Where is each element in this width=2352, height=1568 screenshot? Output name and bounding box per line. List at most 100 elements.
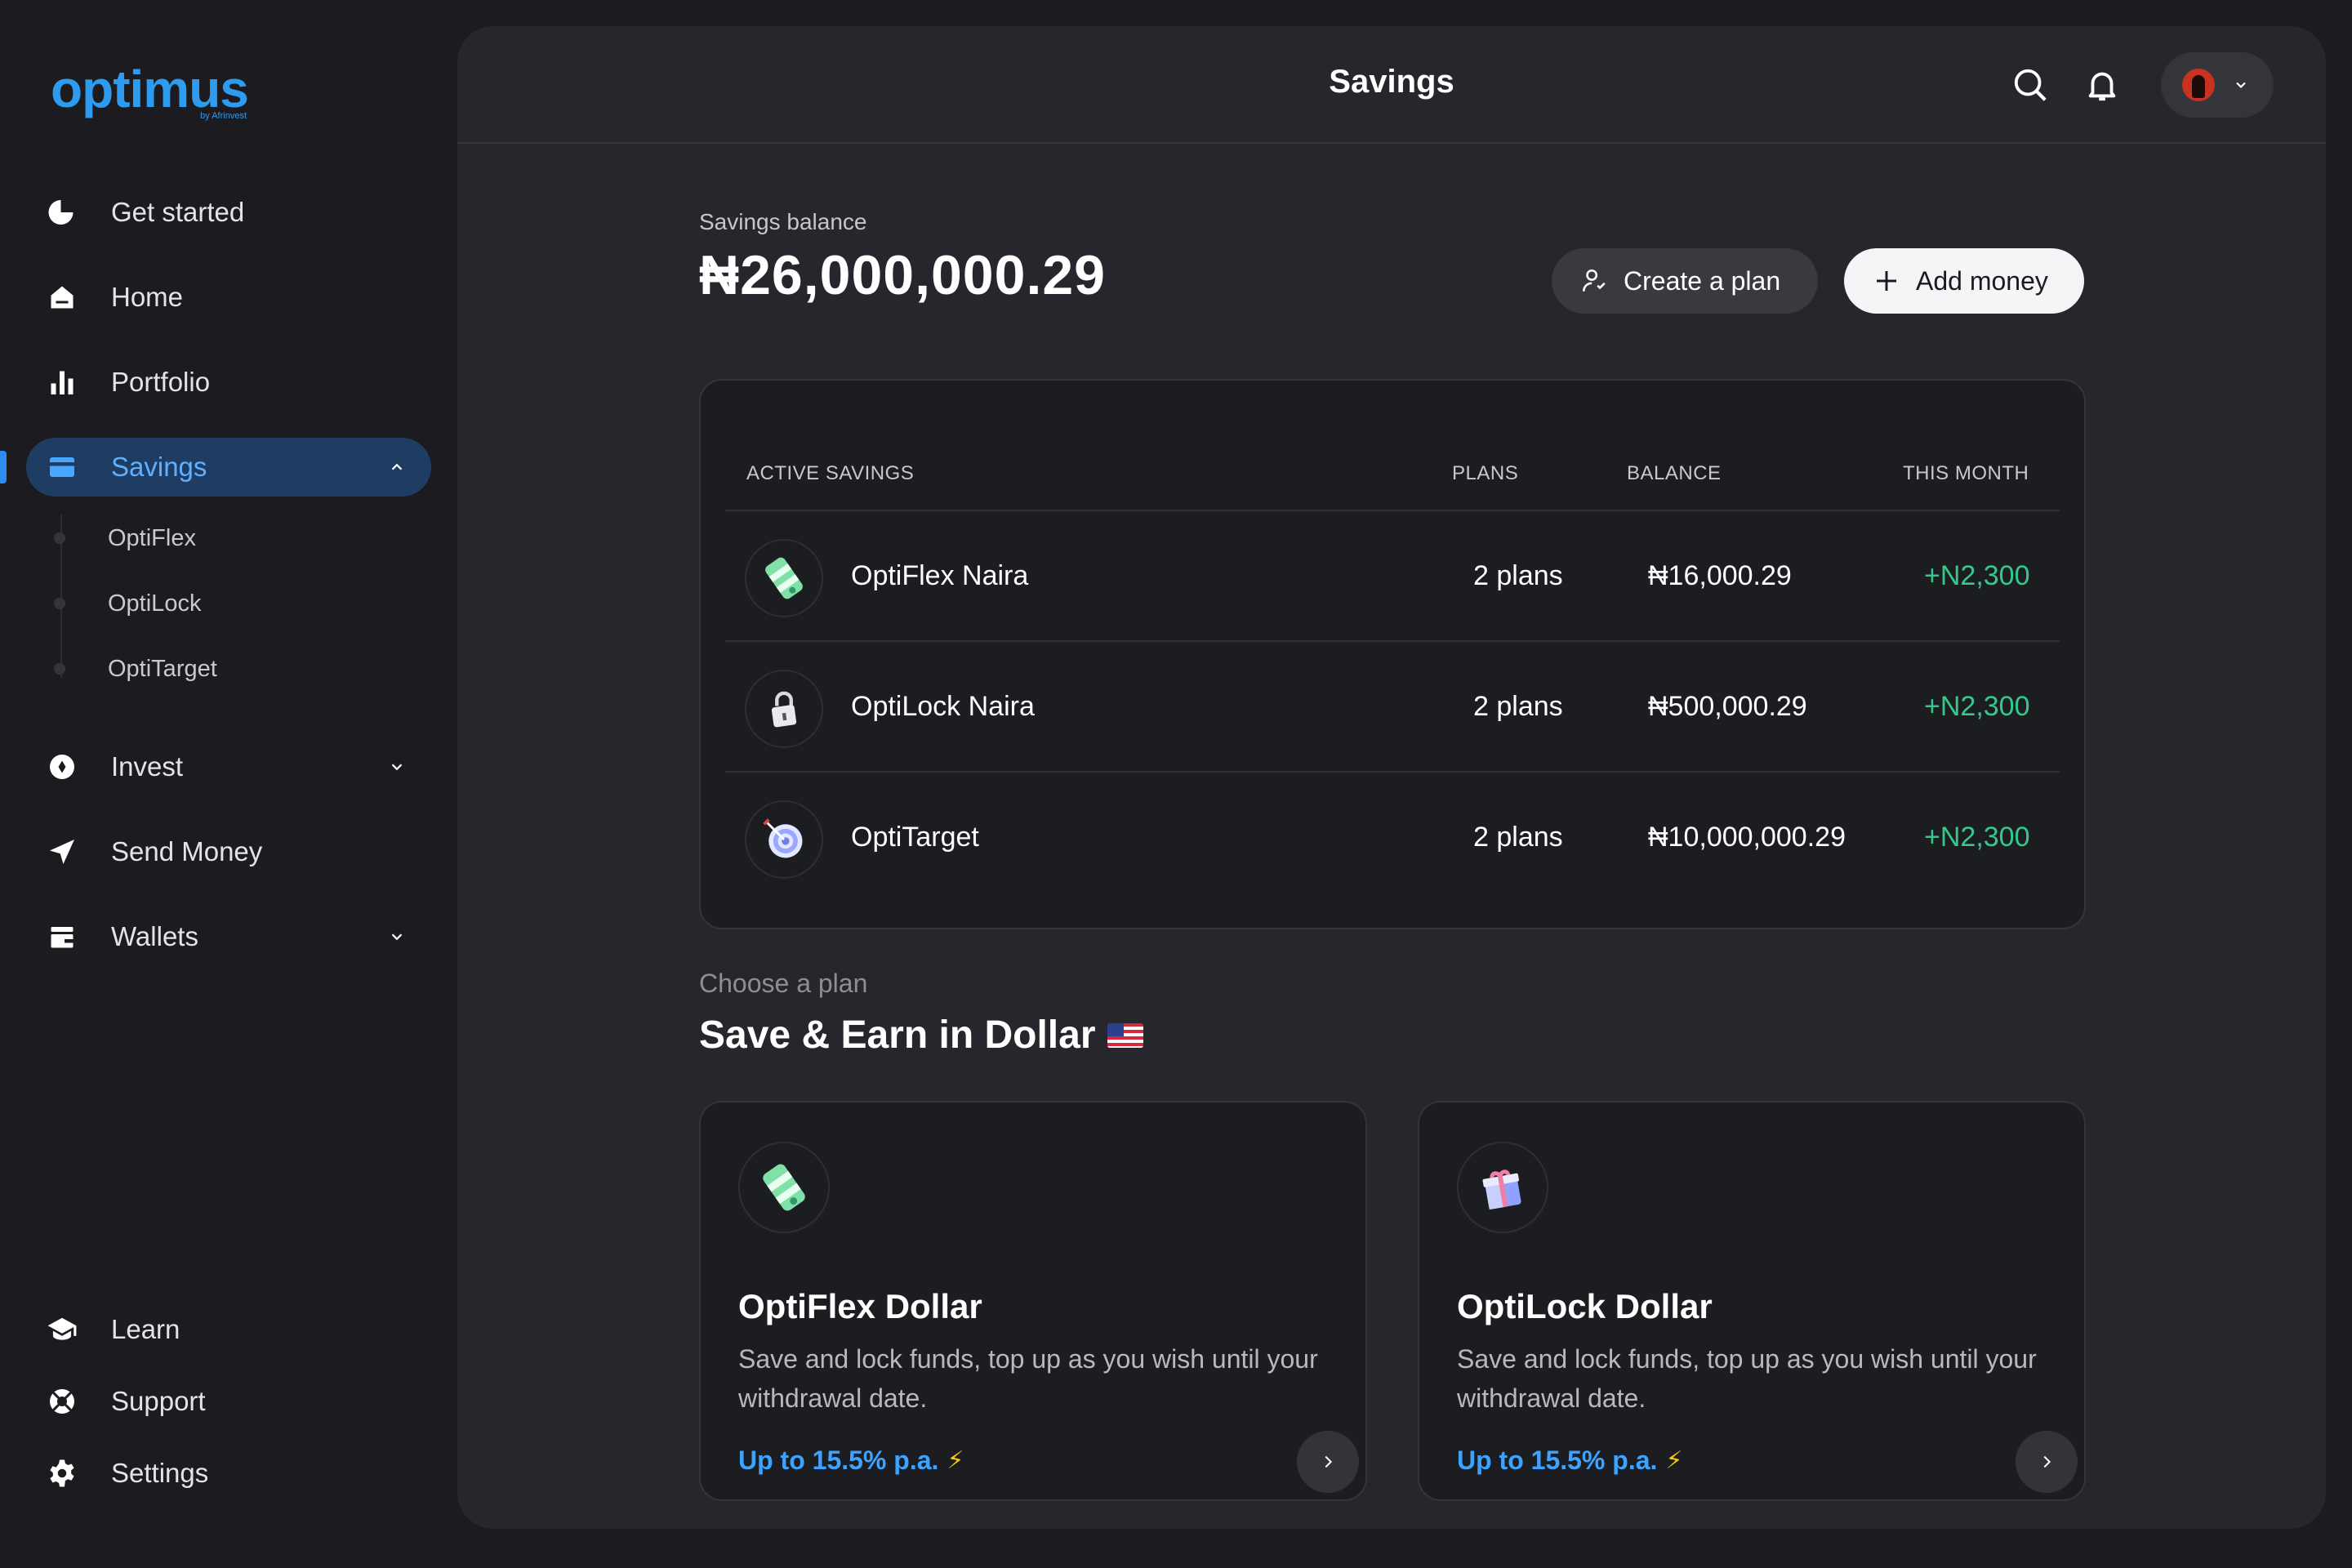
chevron-up-icon — [385, 456, 408, 479]
plans-kicker: Choose a plan — [699, 969, 868, 998]
column-header-plans: PLANS — [1452, 462, 1519, 484]
row-name: OptiTarget — [851, 822, 979, 853]
sidebar-item-savings[interactable]: Savings — [26, 438, 431, 497]
sidebar-item-label: Get started — [111, 197, 245, 227]
bullet-icon — [54, 598, 65, 609]
plan-rate: Up to 15.5% p.a. ⚡ — [1457, 1446, 1682, 1476]
home-icon — [44, 279, 80, 315]
balance-value: ₦26,000,000.29 — [699, 244, 1106, 306]
compass-icon — [44, 749, 80, 785]
profile-menu[interactable] — [2161, 52, 2274, 118]
gear-icon — [44, 1455, 80, 1491]
row-this-month: +N2,300 — [1924, 822, 2030, 853]
sidebar-subitem-optiflex[interactable]: OptiFlex — [54, 518, 196, 559]
active-savings-table: ACTIVE SAVINGS PLANS BALANCE THIS MONTH … — [699, 379, 2086, 929]
logo-tagline: by Afrinvest — [200, 111, 247, 121]
sidebar-item-get-started[interactable]: Get started — [26, 183, 431, 242]
sidebar-subitem-label: OptiLock — [108, 590, 202, 617]
create-plan-button[interactable]: Create a plan — [1552, 248, 1818, 314]
plans-title: Save & Earn in Dollar — [699, 1013, 1143, 1058]
lightning-icon: ⚡ — [947, 1447, 964, 1474]
chevron-down-icon — [385, 755, 408, 778]
plus-icon — [1870, 265, 1903, 297]
chevron-right-icon — [1325, 1455, 1333, 1468]
plan-description: Save and lock funds, top up as you wish … — [1457, 1344, 2037, 1413]
user-icon — [1578, 265, 1610, 297]
sidebar-subitem-label: OptiTarget — [108, 655, 217, 682]
column-header-balance: BALANCE — [1627, 462, 1722, 484]
avatar — [2182, 69, 2215, 101]
top-bar: Savings — [457, 26, 2326, 144]
sidebar-item-label: Support — [111, 1386, 206, 1416]
sidebar-item-wallets[interactable]: Wallets — [26, 907, 431, 966]
sidebar-item-home[interactable]: Home — [26, 268, 431, 327]
plans-title-text: Save & Earn in Dollar — [699, 1013, 1096, 1057]
money-roll-icon — [745, 539, 823, 617]
plan-card-optilock-dollar[interactable]: OptiLock Dollar Save and lock funds, top… — [1418, 1101, 2086, 1501]
main-panel: Savings Savings balance ₦26,000,000.29 C… — [457, 26, 2326, 1529]
graduation-cap-icon — [44, 1312, 80, 1348]
send-icon — [44, 834, 80, 870]
sidebar-item-learn[interactable]: Learn — [26, 1300, 431, 1359]
active-indicator — [0, 451, 7, 483]
gift-box-icon — [1457, 1142, 1548, 1233]
create-plan-label: Create a plan — [1624, 265, 1781, 296]
plan-description: Save and lock funds, top up as you wish … — [738, 1344, 1318, 1413]
plan-rate-text: Up to 15.5% p.a. — [1457, 1446, 1658, 1475]
bullet-icon — [54, 663, 65, 675]
plan-card-optiflex-dollar[interactable]: OptiFlex Dollar Save and lock funds, top… — [699, 1101, 1367, 1501]
add-money-button[interactable]: Add money — [1844, 248, 2084, 314]
brand-logo[interactable]: optimus by Afrinvest — [51, 60, 255, 126]
bar-chart-icon — [44, 364, 80, 400]
row-plans: 2 plans — [1473, 822, 1563, 853]
sidebar-item-label: Wallets — [111, 921, 198, 951]
add-money-label: Add money — [1916, 265, 2048, 296]
chevron-down-icon — [385, 925, 408, 948]
sidebar-item-label: Send Money — [111, 836, 263, 866]
chevron-right-icon — [2043, 1455, 2051, 1468]
sidebar-item-support[interactable]: Support — [26, 1372, 431, 1431]
column-header-name: ACTIVE SAVINGS — [746, 462, 915, 484]
column-header-this-month: THIS MONTH — [1903, 462, 2029, 484]
sidebar-subitem-optitarget[interactable]: OptiTarget — [54, 648, 217, 689]
row-name: OptiLock Naira — [851, 691, 1035, 722]
row-balance: ₦16,000.29 — [1648, 560, 1792, 591]
bullet-icon — [54, 532, 65, 544]
lightning-icon: ⚡ — [1665, 1447, 1683, 1474]
sidebar-subitem-optilock[interactable]: OptiLock — [54, 583, 201, 624]
sidebar-item-portfolio[interactable]: Portfolio — [26, 353, 431, 412]
card-icon — [44, 449, 80, 485]
row-this-month: +N2,300 — [1924, 560, 2030, 591]
sidebar-item-label: Home — [111, 282, 184, 312]
sidebar-item-send-money[interactable]: Send Money — [26, 822, 431, 881]
sidebar-item-label: Savings — [111, 452, 207, 482]
lifebuoy-icon — [44, 1383, 80, 1419]
us-flag-icon — [1107, 1022, 1143, 1048]
row-plans: 2 plans — [1473, 691, 1563, 722]
plan-rate-text: Up to 15.5% p.a. — [738, 1446, 939, 1475]
chevron-down-icon — [2233, 77, 2249, 93]
padlock-icon — [745, 670, 823, 748]
sidebar: optimus by Afrinvest Get started Home Po… — [0, 0, 457, 1568]
plan-title: OptiFlex Dollar — [738, 1287, 982, 1325]
plan-arrow-button[interactable] — [1297, 1431, 1359, 1493]
wallet-icon — [44, 919, 80, 955]
bell-icon[interactable] — [2079, 62, 2125, 108]
balance-label: Savings balance — [699, 209, 867, 234]
search-icon[interactable] — [2007, 62, 2053, 108]
table-row[interactable]: OptiLock Naira 2 plans ₦500,000.29 +N2,3… — [725, 642, 2060, 773]
sidebar-item-invest[interactable]: Invest — [26, 737, 431, 796]
table-row[interactable]: OptiTarget 2 plans ₦10,000,000.29 +N2,30… — [725, 773, 2060, 903]
pie-chart-icon — [44, 194, 80, 230]
plan-arrow-button[interactable] — [2016, 1431, 2078, 1493]
target-icon — [745, 800, 823, 879]
row-this-month: +N2,300 — [1924, 691, 2030, 722]
table-row[interactable]: OptiFlex Naira 2 plans ₦16,000.29 +N2,30… — [725, 511, 2060, 642]
row-plans: 2 plans — [1473, 560, 1563, 591]
row-name: OptiFlex Naira — [851, 560, 1029, 591]
sidebar-item-label: Settings — [111, 1458, 209, 1488]
sidebar-item-label: Invest — [111, 751, 184, 782]
sidebar-item-settings[interactable]: Settings — [26, 1444, 431, 1503]
sidebar-item-label: Learn — [111, 1314, 180, 1344]
row-balance: ₦500,000.29 — [1648, 691, 1807, 722]
